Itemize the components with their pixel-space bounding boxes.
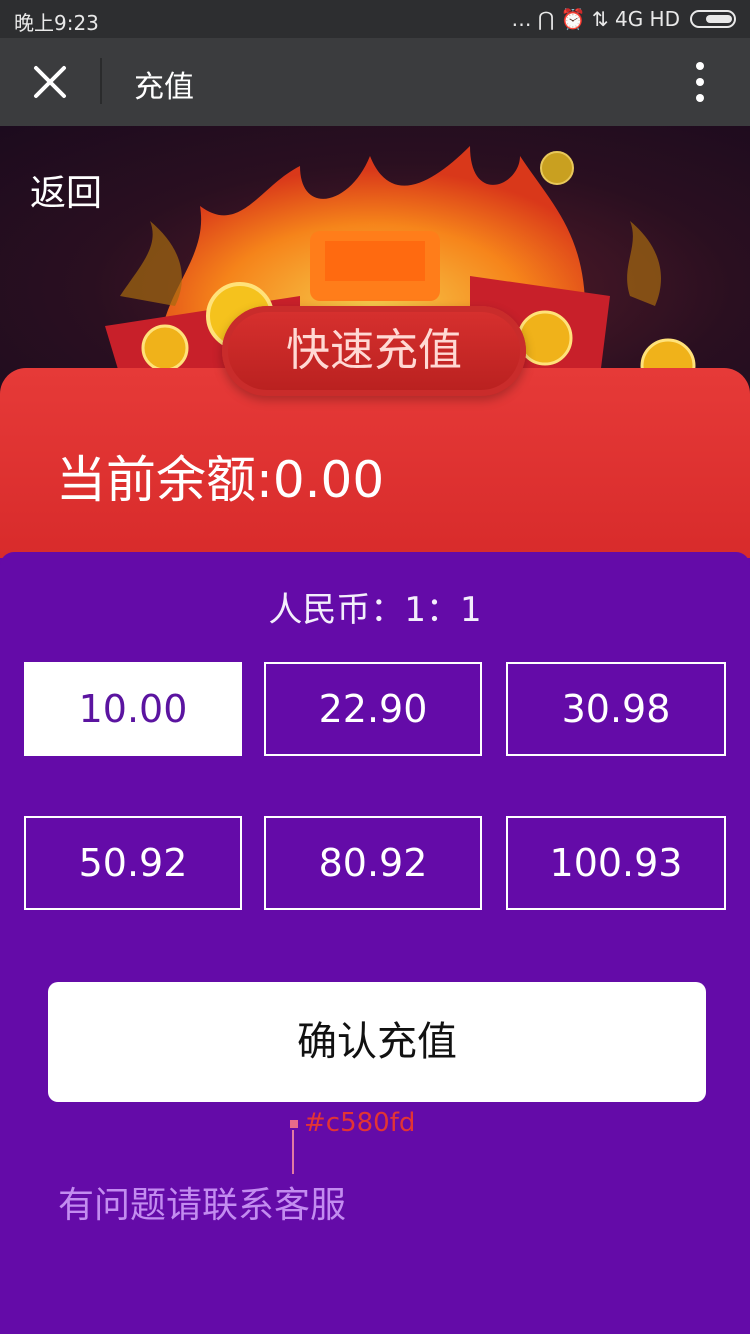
page-title: 充值 xyxy=(134,70,194,105)
contact-support-link[interactable]: 有问题请联系客服 xyxy=(58,1176,346,1228)
annotation-text: #c580fd xyxy=(304,1108,416,1138)
close-icon[interactable] xyxy=(30,62,70,102)
status-bar: 晚上9:23 … ⋂ ⏰ ⇅ 4G HD xyxy=(0,0,750,38)
amount-option-3[interactable]: 30.98 xyxy=(506,662,726,756)
amount-option-2[interactable]: 22.90 xyxy=(264,662,482,756)
top-nav-bar: 充值 xyxy=(0,38,750,126)
back-link[interactable]: 返回 xyxy=(30,164,102,216)
battery-icon xyxy=(690,10,736,28)
amount-option-5[interactable]: 80.92 xyxy=(264,816,482,910)
more-vertical-icon[interactable] xyxy=(690,58,710,106)
color-annotation: #c580fd xyxy=(290,1108,415,1138)
quick-recharge-badge: 快速充值 xyxy=(222,306,526,396)
status-indicators: … ⋂ ⏰ ⇅ 4G HD xyxy=(511,7,736,31)
amount-option-1[interactable]: 10.00 xyxy=(24,662,242,756)
current-balance: 当前余额:0.00 xyxy=(56,451,385,509)
exchange-rate: 人民币：1：1 xyxy=(268,590,482,630)
status-time: 晚上9:23 xyxy=(14,11,99,35)
amount-option-4[interactable]: 50.92 xyxy=(24,816,242,910)
annotation-line xyxy=(292,1130,294,1174)
amount-option-6[interactable]: 100.93 xyxy=(506,816,726,910)
status-icons: … ⋂ ⏰ ⇅ 4G HD xyxy=(511,7,680,31)
nav-divider xyxy=(100,58,102,104)
annotation-marker xyxy=(290,1119,298,1128)
confirm-recharge-button[interactable]: 确认充值 xyxy=(48,982,706,1102)
